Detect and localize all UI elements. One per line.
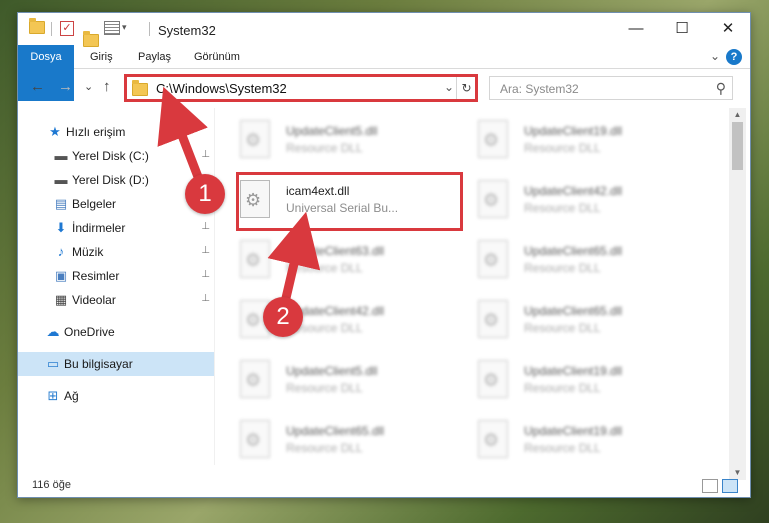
arrow-to-address <box>157 86 208 187</box>
annotation-arrows <box>157 86 321 303</box>
step-2-badge: 2 <box>263 297 303 337</box>
arrow-to-file <box>267 211 321 303</box>
step-1-badge: 1 <box>185 174 225 214</box>
